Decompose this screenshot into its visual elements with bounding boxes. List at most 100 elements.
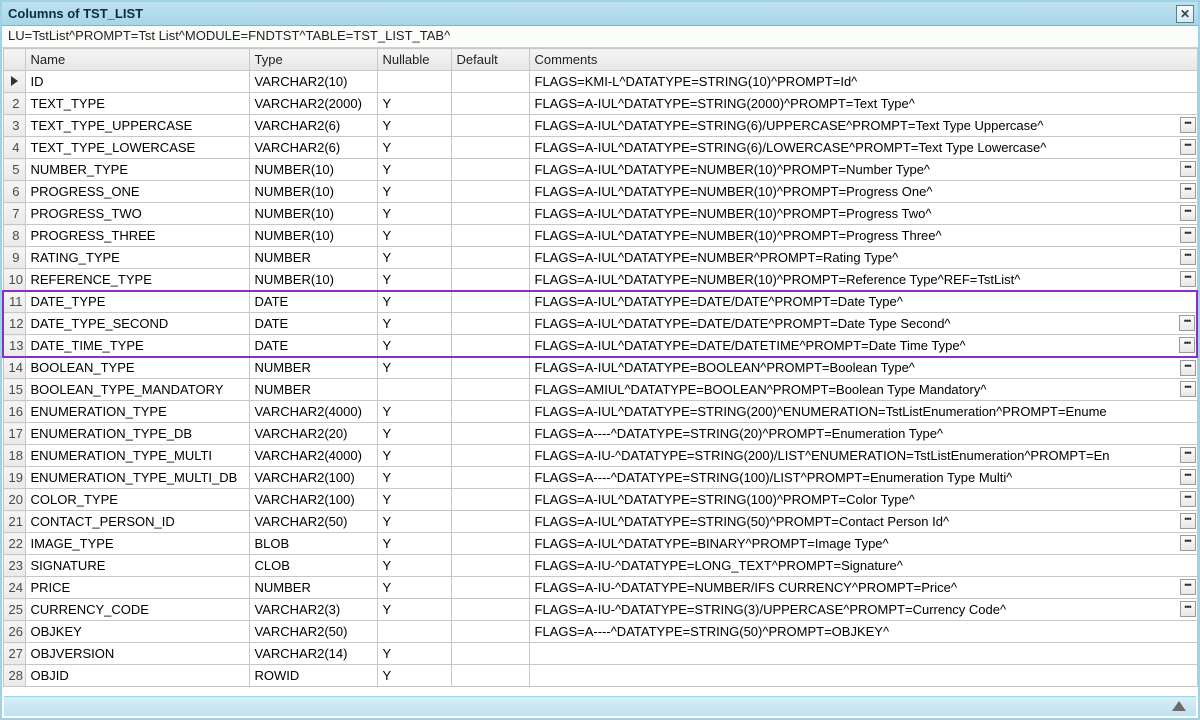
cell-name[interactable]: REFERENCE_TYPE — [25, 269, 249, 291]
cell-nullable[interactable]: Y — [377, 577, 451, 599]
cell-nullable[interactable]: Y — [377, 269, 451, 291]
cell-default[interactable] — [451, 577, 529, 599]
cell-nullable[interactable]: Y — [377, 445, 451, 467]
cell-type[interactable]: DATE — [249, 313, 377, 335]
cell-type[interactable]: VARCHAR2(6) — [249, 137, 377, 159]
cell-type[interactable]: VARCHAR2(20) — [249, 423, 377, 445]
cell-name[interactable]: OBJVERSION — [25, 643, 249, 665]
cell-default[interactable] — [451, 247, 529, 269]
close-icon[interactable]: ✕ — [1176, 5, 1194, 23]
cell-comments[interactable]: FLAGS=A-IUL^DATATYPE=DATE/DATE^PROMPT=Da… — [529, 291, 1197, 313]
row-header[interactable]: 25 — [3, 599, 25, 621]
row-header[interactable]: 27 — [3, 643, 25, 665]
cell-nullable[interactable]: Y — [377, 489, 451, 511]
cell-type[interactable]: NUMBER — [249, 379, 377, 401]
cell-nullable[interactable]: Y — [377, 665, 451, 687]
row-header[interactable]: 18 — [3, 445, 25, 467]
cell-nullable[interactable]: Y — [377, 599, 451, 621]
ellipsis-button[interactable]: ••• — [1180, 183, 1196, 199]
cell-nullable[interactable]: Y — [377, 335, 451, 357]
ellipsis-button[interactable]: ••• — [1180, 513, 1196, 529]
cell-type[interactable]: VARCHAR2(10) — [249, 71, 377, 93]
table-row[interactable]: 23SIGNATURECLOBYFLAGS=A-IU-^DATATYPE=LON… — [3, 555, 1197, 577]
cell-default[interactable] — [451, 467, 529, 489]
cell-type[interactable]: DATE — [249, 291, 377, 313]
table-row[interactable]: 6PROGRESS_ONENUMBER(10)YFLAGS=A-IUL^DATA… — [3, 181, 1197, 203]
cell-name[interactable]: PROGRESS_ONE — [25, 181, 249, 203]
table-row[interactable]: 7PROGRESS_TWONUMBER(10)YFLAGS=A-IUL^DATA… — [3, 203, 1197, 225]
header-default[interactable]: Default — [451, 49, 529, 71]
cell-comments[interactable]: FLAGS=A-IUL^DATATYPE=STRING(100)^PROMPT=… — [529, 489, 1197, 511]
ellipsis-button[interactable]: ••• — [1180, 360, 1196, 376]
cell-type[interactable]: VARCHAR2(50) — [249, 511, 377, 533]
ellipsis-button[interactable]: ••• — [1180, 535, 1196, 551]
cell-comments[interactable]: FLAGS=A-IU-^DATATYPE=STRING(3)/UPPERCASE… — [529, 599, 1197, 621]
row-header[interactable] — [3, 71, 25, 93]
cell-nullable[interactable]: Y — [377, 357, 451, 379]
table-row[interactable]: 8PROGRESS_THREENUMBER(10)YFLAGS=A-IUL^DA… — [3, 225, 1197, 247]
row-header[interactable]: 19 — [3, 467, 25, 489]
cell-default[interactable] — [451, 511, 529, 533]
row-header[interactable]: 5 — [3, 159, 25, 181]
table-row[interactable]: 3TEXT_TYPE_UPPERCASEVARCHAR2(6)YFLAGS=A-… — [3, 115, 1197, 137]
cell-default[interactable] — [451, 93, 529, 115]
cell-comments[interactable]: FLAGS=A-IUL^DATATYPE=DATE/DATETIME^PROMP… — [529, 335, 1197, 357]
ellipsis-button[interactable]: ••• — [1180, 491, 1196, 507]
cell-comments[interactable]: FLAGS=A-IUL^DATATYPE=NUMBER(10)^PROMPT=P… — [529, 203, 1197, 225]
cell-type[interactable]: VARCHAR2(14) — [249, 643, 377, 665]
table-row[interactable]: 26OBJKEYVARCHAR2(50)FLAGS=A----^DATATYPE… — [3, 621, 1197, 643]
cell-comments[interactable]: FLAGS=A-IU-^DATATYPE=NUMBER/IFS CURRENCY… — [529, 577, 1197, 599]
row-header[interactable]: 8 — [3, 225, 25, 247]
header-type[interactable]: Type — [249, 49, 377, 71]
row-header[interactable]: 14 — [3, 357, 25, 379]
cell-nullable[interactable]: Y — [377, 115, 451, 137]
cell-comments[interactable]: FLAGS=A-IUL^DATATYPE=STRING(200)^ENUMERA… — [529, 401, 1197, 423]
cell-default[interactable] — [451, 401, 529, 423]
table-row[interactable]: 5NUMBER_TYPENUMBER(10)YFLAGS=A-IUL^DATAT… — [3, 159, 1197, 181]
cell-comments[interactable]: FLAGS=A-IUL^DATATYPE=DATE/DATE^PROMPT=Da… — [529, 313, 1197, 335]
header-comments[interactable]: Comments — [529, 49, 1197, 71]
table-row[interactable]: 11DATE_TYPEDATEYFLAGS=A-IUL^DATATYPE=DAT… — [3, 291, 1197, 313]
cell-default[interactable] — [451, 423, 529, 445]
cell-type[interactable]: NUMBER(10) — [249, 181, 377, 203]
ellipsis-button[interactable]: ••• — [1180, 447, 1196, 463]
cell-comments[interactable]: FLAGS=A-IUL^DATATYPE=STRING(50)^PROMPT=C… — [529, 511, 1197, 533]
cell-nullable[interactable]: Y — [377, 555, 451, 577]
grid-viewport[interactable]: Name Type Nullable Default Comments IDVA… — [2, 48, 1198, 718]
cell-comments[interactable]: FLAGS=A-IUL^DATATYPE=STRING(6)/LOWERCASE… — [529, 137, 1197, 159]
row-header[interactable]: 12 — [3, 313, 25, 335]
row-header[interactable]: 15 — [3, 379, 25, 401]
ellipsis-button[interactable]: ••• — [1180, 579, 1196, 595]
table-row[interactable]: 20COLOR_TYPEVARCHAR2(100)YFLAGS=A-IUL^DA… — [3, 489, 1197, 511]
row-header[interactable]: 23 — [3, 555, 25, 577]
cell-comments[interactable]: FLAGS=A-IUL^DATATYPE=NUMBER^PROMPT=Ratin… — [529, 247, 1197, 269]
cell-name[interactable]: TEXT_TYPE — [25, 93, 249, 115]
row-header[interactable]: 11 — [3, 291, 25, 313]
cell-name[interactable]: CURRENCY_CODE — [25, 599, 249, 621]
cell-type[interactable]: NUMBER — [249, 357, 377, 379]
ellipsis-button[interactable]: ••• — [1179, 337, 1195, 353]
cell-default[interactable] — [451, 181, 529, 203]
table-row[interactable]: 21CONTACT_PERSON_IDVARCHAR2(50)YFLAGS=A-… — [3, 511, 1197, 533]
row-header[interactable]: 9 — [3, 247, 25, 269]
cell-type[interactable]: VARCHAR2(2000) — [249, 93, 377, 115]
row-header[interactable]: 24 — [3, 577, 25, 599]
ellipsis-button[interactable]: ••• — [1180, 249, 1196, 265]
cell-name[interactable]: OBJID — [25, 665, 249, 687]
cell-comments[interactable]: FLAGS=A-IUL^DATATYPE=NUMBER(10)^PROMPT=P… — [529, 225, 1197, 247]
ellipsis-button[interactable]: ••• — [1180, 227, 1196, 243]
cell-nullable[interactable] — [377, 621, 451, 643]
row-header[interactable]: 13 — [3, 335, 25, 357]
cell-type[interactable]: CLOB — [249, 555, 377, 577]
cell-name[interactable]: PROGRESS_THREE — [25, 225, 249, 247]
cell-comments[interactable]: FLAGS=AMIUL^DATATYPE=BOOLEAN^PROMPT=Bool… — [529, 379, 1197, 401]
cell-comments[interactable]: FLAGS=A----^DATATYPE=STRING(20)^PROMPT=E… — [529, 423, 1197, 445]
cell-nullable[interactable]: Y — [377, 159, 451, 181]
ellipsis-button[interactable]: ••• — [1180, 271, 1196, 287]
header-name[interactable]: Name — [25, 49, 249, 71]
cell-nullable[interactable]: Y — [377, 533, 451, 555]
cell-name[interactable]: ENUMERATION_TYPE_MULTI — [25, 445, 249, 467]
cell-comments[interactable]: FLAGS=A-IUL^DATATYPE=STRING(2000)^PROMPT… — [529, 93, 1197, 115]
row-header[interactable]: 28 — [3, 665, 25, 687]
table-row[interactable]: IDVARCHAR2(10)FLAGS=KMI-L^DATATYPE=STRIN… — [3, 71, 1197, 93]
